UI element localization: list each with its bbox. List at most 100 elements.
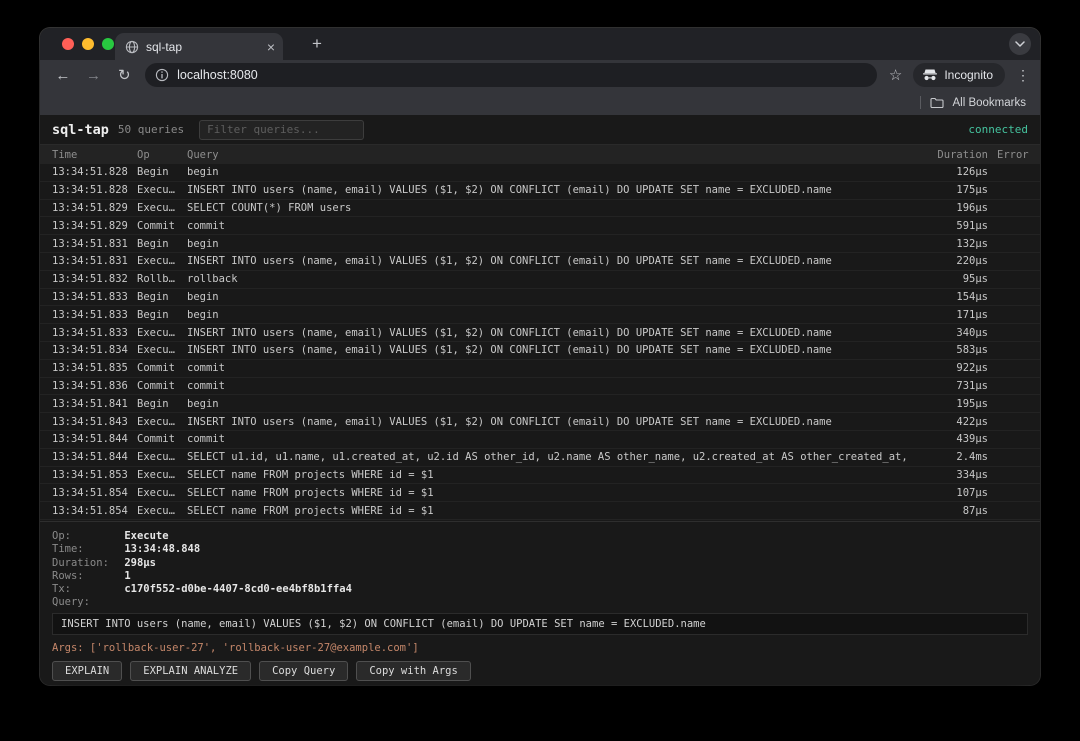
detail-buttons: EXPLAIN EXPLAIN ANALYZE Copy Query Copy … — [52, 660, 1028, 681]
table-row[interactable]: 13:34:51.831 Begin begin 132µs — [40, 235, 1040, 253]
close-window-button[interactable] — [62, 38, 74, 50]
tab-sql-tap[interactable]: sql-tap × — [115, 33, 283, 60]
new-tab-button[interactable]: + — [308, 35, 326, 53]
row-time: 13:34:51.853 — [52, 468, 128, 481]
table-row[interactable]: 13:34:51.832 Rollb… rollback 95µs — [40, 271, 1040, 289]
table-row[interactable]: 13:34:51.844 Execu… SELECT u1.id, u1.nam… — [40, 449, 1040, 467]
browser-window: sql-tap × + ← → ↻ localhost:8080 ☆ Incog… — [40, 28, 1040, 685]
table-row[interactable]: 13:34:51.831 Execu… INSERT INTO users (n… — [40, 253, 1040, 271]
browser-menu-icon[interactable]: ⋮ — [1016, 67, 1030, 84]
row-duration: 731µs — [956, 379, 988, 392]
detail-field-label: Tx: — [52, 583, 71, 596]
row-op: Execu… — [137, 504, 175, 517]
detail-field-label: Time: — [52, 543, 84, 556]
minimize-window-button[interactable] — [82, 38, 94, 50]
row-query: SELECT name FROM projects WHERE id = $1 — [187, 486, 434, 499]
row-time: 13:34:51.835 — [52, 362, 128, 375]
incognito-icon — [922, 68, 938, 82]
app-title: sql-tap — [52, 121, 109, 138]
tab-close-icon[interactable]: × — [267, 40, 275, 54]
address-bar[interactable]: localhost:8080 — [145, 63, 877, 87]
table-row[interactable]: 13:34:51.829 Commit commit 591µs — [40, 217, 1040, 236]
query-count: 50 queries — [117, 123, 185, 136]
row-op: Execu… — [137, 415, 175, 428]
table-row[interactable]: 13:34:51.841 Begin begin 195µs — [40, 395, 1040, 414]
all-bookmarks-button[interactable]: All Bookmarks — [953, 97, 1027, 109]
detail-field-value: Execute — [124, 530, 169, 542]
row-time: 13:34:51.841 — [52, 397, 128, 410]
row-query: SELECT name FROM projects WHERE id = $1 — [187, 468, 434, 481]
detail-args: Args: ['rollback-user-27', 'rollback-use… — [52, 641, 419, 654]
tab-search-button[interactable] — [1009, 33, 1031, 55]
row-op: Commit — [137, 219, 175, 232]
row-time: 13:34:51.843 — [52, 415, 128, 428]
row-op: Begin — [137, 308, 169, 321]
table-row[interactable]: 13:34:51.836 Commit commit 731µs — [40, 378, 1040, 396]
table-row[interactable]: 13:34:51.828 Execu… INSERT INTO users (n… — [40, 182, 1040, 200]
detail-field: Time: 13:34:48.848 — [52, 543, 1028, 556]
table-row[interactable]: 13:34:51.833 Begin begin 154µs — [40, 289, 1040, 307]
browser-toolbar: ← → ↻ localhost:8080 ☆ Incognito ⋮ — [40, 60, 1040, 90]
row-query: rollback — [187, 273, 238, 286]
row-time: 13:34:51.833 — [52, 308, 128, 321]
detail-field: Op: Execute — [52, 530, 1028, 543]
table-row[interactable]: 13:34:51.829 Execu… SELECT COUNT(*) FROM… — [40, 200, 1040, 218]
reload-icon[interactable]: ↻ — [115, 66, 133, 84]
table-row[interactable]: 13:34:51.833 Begin begin 171µs — [40, 306, 1040, 325]
row-query: commit — [187, 362, 225, 375]
table-row[interactable]: 13:34:51.844 Commit commit 439µs — [40, 431, 1040, 449]
row-query: commit — [187, 219, 225, 232]
explain-button[interactable]: EXPLAIN — [52, 660, 123, 681]
back-icon[interactable]: ← — [54, 67, 72, 84]
table-row[interactable]: 13:34:51.853 Execu… SELECT name FROM pro… — [40, 467, 1040, 485]
row-time: 13:34:51.831 — [52, 255, 128, 268]
column-header-op: Op — [137, 148, 150, 161]
bookmarks-bar: All Bookmarks — [40, 90, 1040, 115]
query-table-body: 13:34:51.828 Begin begin 126µs 13:34:51.… — [40, 164, 1040, 521]
row-op: Execu… — [137, 201, 175, 214]
row-time: 13:34:51.831 — [52, 237, 128, 250]
copy-with-args-button[interactable]: Copy with Args — [356, 660, 471, 681]
table-row[interactable]: 13:34:51.854 Execu… SELECT name FROM pro… — [40, 502, 1040, 520]
row-duration: 340µs — [956, 326, 988, 339]
row-op: Execu… — [137, 451, 175, 464]
explain-analyze-button[interactable]: EXPLAIN ANALYZE — [130, 660, 252, 681]
table-row[interactable]: 13:34:51.828 Begin begin 126µs — [40, 164, 1040, 182]
zoom-window-button[interactable] — [102, 38, 114, 50]
bookmark-star-icon[interactable]: ☆ — [889, 66, 902, 84]
row-time: 13:34:51.833 — [52, 326, 128, 339]
row-query: INSERT INTO users (name, email) VALUES (… — [187, 326, 832, 339]
detail-field-value: c170f552-d0be-4407-8cd0-ee4bf8b1ffa4 — [124, 583, 352, 596]
column-header-error: Error — [997, 148, 1029, 161]
row-op: Begin — [137, 290, 169, 303]
detail-field-value: 1 — [124, 569, 131, 582]
table-row[interactable]: 13:34:51.833 Execu… INSERT INTO users (n… — [40, 324, 1040, 342]
app-header: sql-tap 50 queries connected — [40, 115, 1040, 145]
row-query: INSERT INTO users (name, email) VALUES (… — [187, 184, 832, 197]
query-detail-panel: Op: Execute Time: 13:34:48.848 Duration:… — [40, 521, 1040, 685]
row-time: 13:34:51.832 — [52, 273, 128, 286]
table-row[interactable]: 13:34:51.854 Execu… SELECT name FROM pro… — [40, 484, 1040, 503]
table-row[interactable]: 13:34:51.843 Execu… INSERT INTO users (n… — [40, 413, 1040, 431]
detail-field-label: Duration: — [52, 556, 109, 569]
detail-field-label: Rows: — [52, 569, 84, 582]
copy-query-button[interactable]: Copy Query — [259, 660, 349, 681]
row-duration: 439µs — [956, 433, 988, 446]
row-duration: 2.4ms — [956, 451, 988, 464]
chevron-down-icon — [1015, 41, 1025, 47]
row-op: Execu… — [137, 344, 175, 357]
table-row[interactable]: 13:34:51.834 Execu… INSERT INTO users (n… — [40, 342, 1040, 360]
site-info-icon[interactable] — [155, 68, 169, 82]
detail-field: Duration: 298µs — [52, 557, 1028, 570]
row-time: 13:34:51.828 — [52, 184, 128, 197]
row-time: 13:34:51.854 — [52, 504, 128, 517]
row-duration: 196µs — [956, 201, 988, 214]
incognito-badge: Incognito — [913, 63, 1006, 87]
forward-icon[interactable]: → — [85, 67, 103, 84]
row-query: SELECT u1.id, u1.name, u1.created_at, u2… — [187, 451, 908, 464]
table-row[interactable]: 13:34:51.835 Commit commit 922µs — [40, 360, 1040, 378]
sql-tap-app: sql-tap 50 queries connected Time Op Que… — [40, 115, 1040, 685]
filter-queries-input[interactable] — [199, 119, 365, 140]
detail-field-label: Op: — [52, 530, 71, 542]
row-query: SELECT name FROM projects WHERE id = $1 — [187, 504, 434, 517]
